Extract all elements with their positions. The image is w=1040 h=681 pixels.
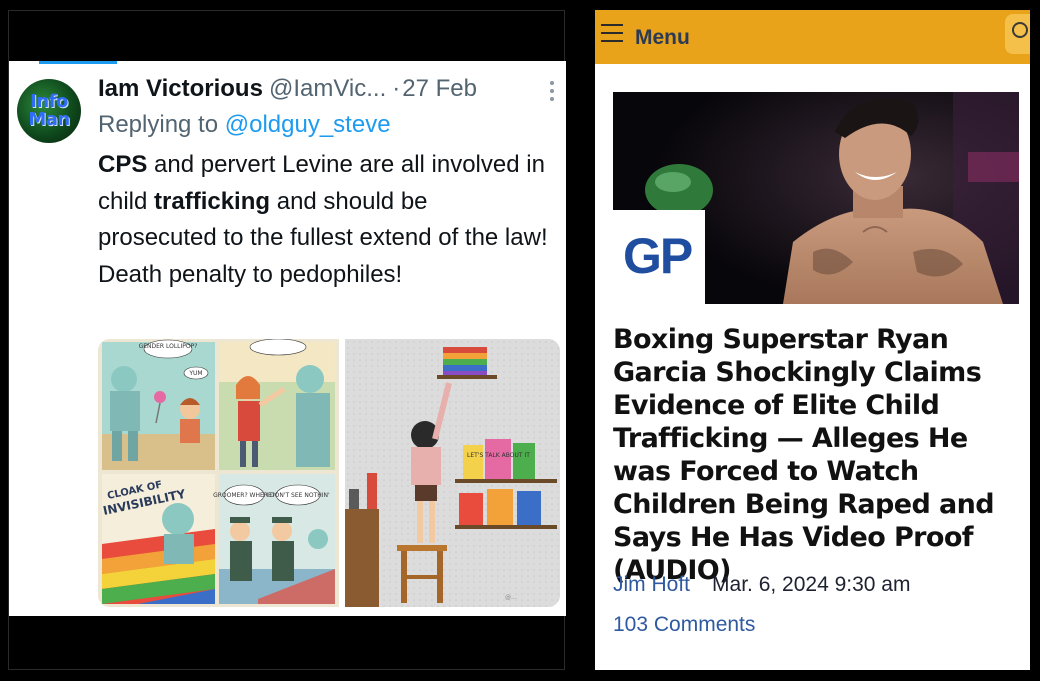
- article-hero-image[interactable]: GP: [613, 92, 1019, 304]
- avatar-text-line2: Man: [28, 109, 70, 130]
- svg-text:@...: @...: [505, 594, 517, 601]
- menu-label[interactable]: Menu: [635, 26, 690, 50]
- gp-logo-badge: GP: [613, 210, 705, 304]
- reply-handle-link[interactable]: @oldguy_steve: [225, 111, 391, 138]
- article-meta: Jim Hoft Mar. 6, 2024 9:30 am: [613, 573, 910, 597]
- avatar[interactable]: Info Man: [17, 79, 81, 143]
- comments-link[interactable]: 103 Comments: [613, 613, 755, 637]
- reply-prefix: Replying to: [98, 111, 219, 138]
- hamburger-icon[interactable]: [601, 24, 623, 42]
- comic-caption-dont-see: I DON'T SEE NOTHIN': [266, 492, 330, 499]
- bookshelf-image[interactable]: LET'S TALK ABOUT IT @...: [345, 339, 560, 607]
- tweet-date[interactable]: 27 Feb: [402, 75, 477, 102]
- tweet-header: Iam Victorious @IamVic... ·27 Feb: [98, 75, 548, 105]
- tweet-media[interactable]: GENDER LOLLIPOP? YUM CLOAK OF INVISIBILI…: [98, 339, 560, 607]
- tab-indicator: [39, 61, 117, 64]
- tweet-card[interactable]: Info Man Iam Victorious @IamVic... ·27 Feb…: [9, 61, 566, 616]
- article-screenshot-frame: Menu GP Boxing Superstar Ryan Garcia Sho…: [595, 10, 1030, 670]
- article-headline[interactable]: Boxing Superstar Ryan Garcia Shockingly …: [613, 323, 1025, 587]
- display-name[interactable]: Iam Victorious: [98, 75, 263, 102]
- gp-logo-text: GP: [623, 228, 693, 284]
- book-caption: LET'S TALK ABOUT IT: [467, 452, 530, 459]
- tweet-text-bold-2: trafficking: [154, 187, 271, 215]
- replying-to: Replying to @oldguy_steve: [98, 111, 391, 139]
- more-dots-icon[interactable]: [548, 81, 556, 105]
- user-handle[interactable]: @IamVic...: [269, 75, 386, 102]
- publish-date: Mar. 6, 2024 9:30 am: [712, 573, 911, 596]
- author-link[interactable]: Jim Hoft: [613, 573, 690, 596]
- top-menu-bar: Menu: [595, 10, 1030, 64]
- comic-caption-lollipop: GENDER LOLLIPOP?: [139, 343, 198, 350]
- comic-image[interactable]: GENDER LOLLIPOP? YUM CLOAK OF INVISIBILI…: [98, 339, 339, 607]
- search-icon[interactable]: [1005, 14, 1030, 54]
- comic-caption-yum: YUM: [188, 370, 202, 377]
- header-separator: ·: [392, 75, 401, 102]
- tweet-text-bold-1: CPS: [98, 151, 148, 178]
- tweet-text: CPS and pervert Levine are all involved …: [98, 147, 548, 293]
- tweet-screenshot-frame: Info Man Iam Victorious @IamVic... ·27 Feb…: [8, 10, 566, 670]
